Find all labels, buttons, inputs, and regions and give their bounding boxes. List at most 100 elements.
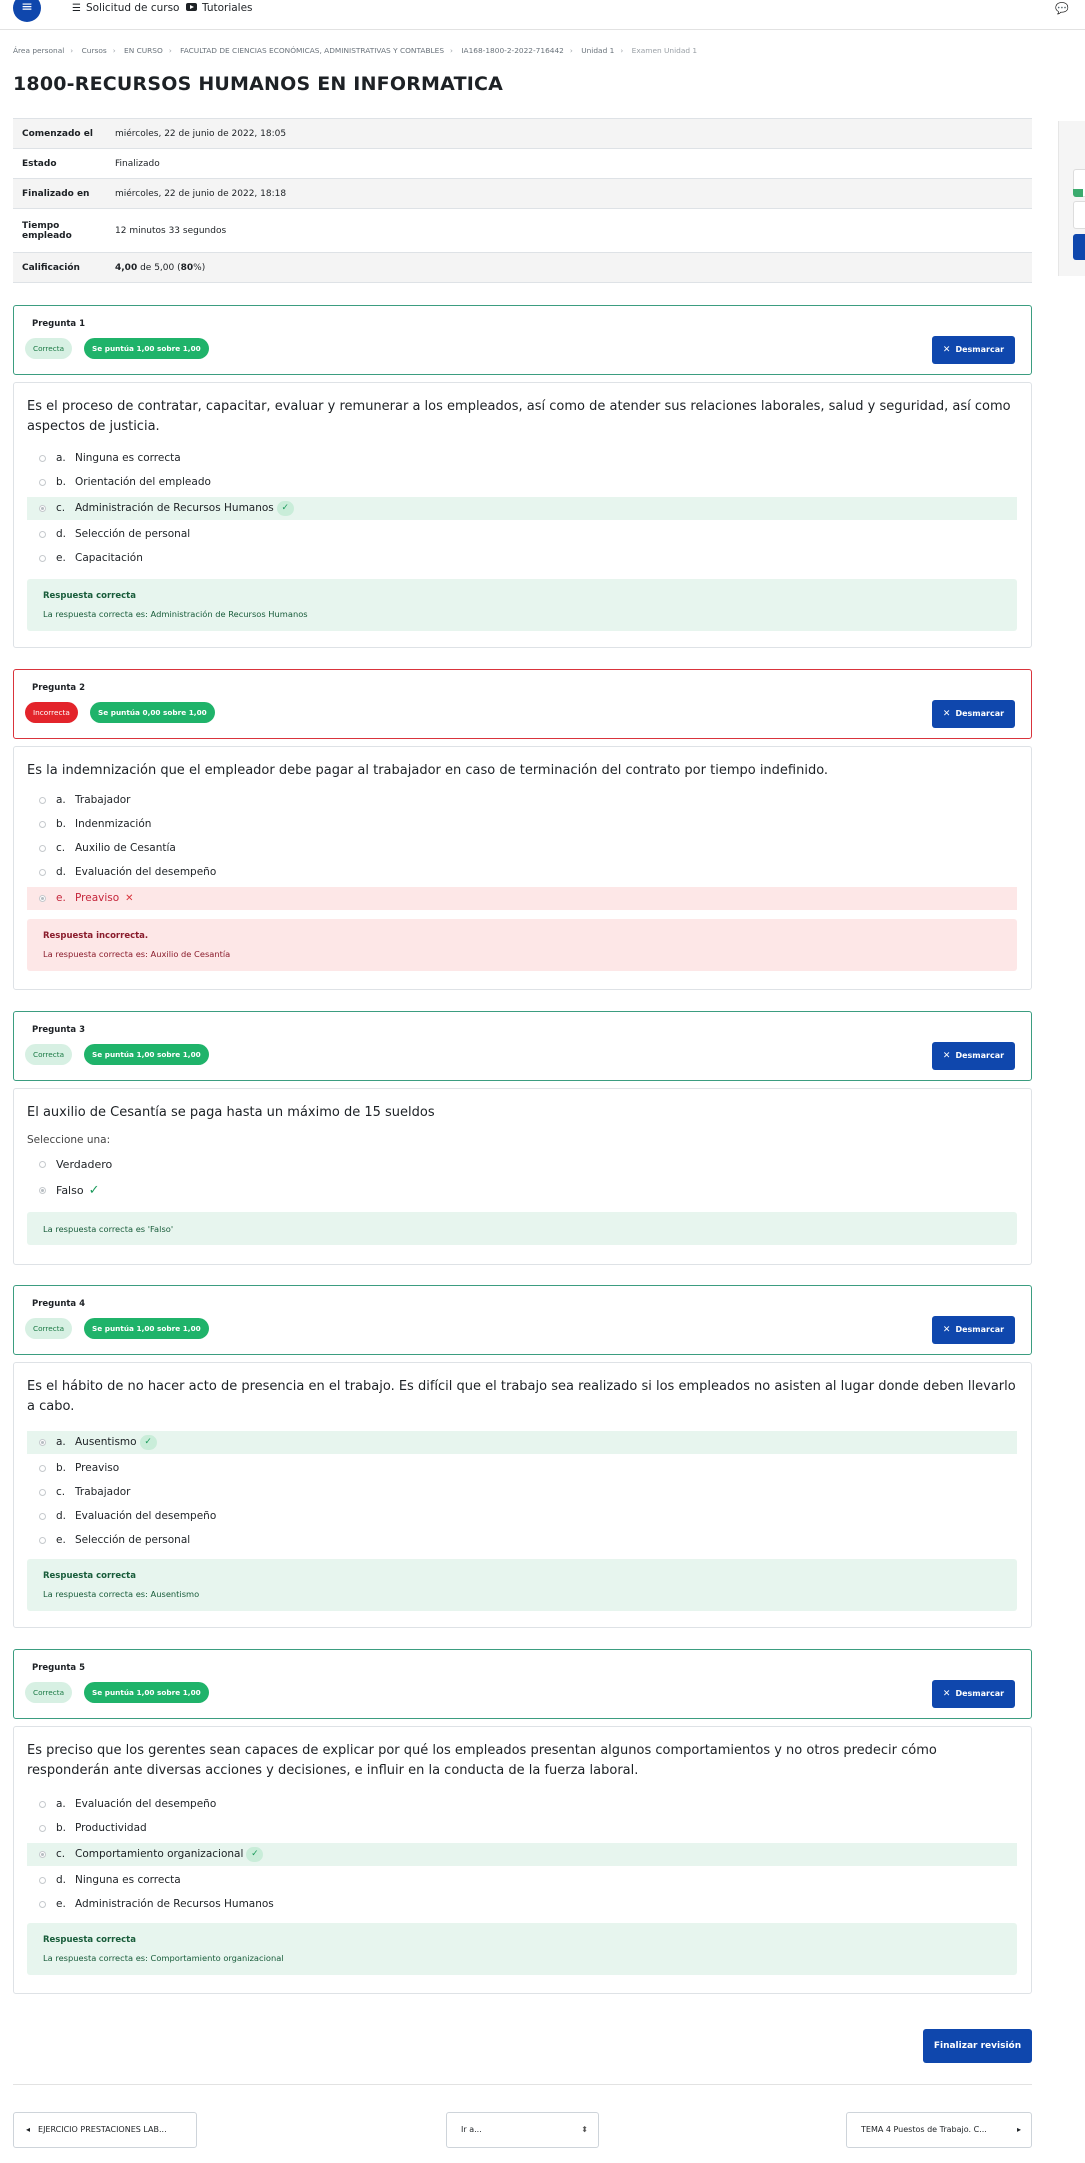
quiz-nav-button[interactable]	[1073, 169, 1085, 197]
summary-value: miércoles, 22 de junio de 2022, 18:05	[106, 118, 1032, 149]
answer-option[interactable]: d. Ninguna es correcta	[27, 1869, 1017, 1892]
answer-option-selected[interactable]: e. Preaviso ✕	[27, 887, 1017, 910]
radio-button[interactable]	[39, 505, 46, 512]
close-icon: ✕	[942, 1325, 951, 1335]
question-number: Pregunta 3	[32, 1025, 86, 1035]
answer-option[interactable]: b. Preaviso	[27, 1457, 1017, 1480]
answer-option[interactable]: b. Indenmización	[27, 813, 1017, 836]
radio-button[interactable]	[39, 1439, 46, 1446]
radio-button[interactable]	[39, 455, 46, 462]
answer-option[interactable]: e. Selección de personal	[27, 1529, 1017, 1552]
question-2-info: Pregunta 2 Incorrecta Se puntúa 0,00 sob…	[13, 669, 1032, 739]
question-1-content: Es el proceso de contratar, capacitar, e…	[13, 382, 1032, 648]
answer-option-selected[interactable]: c. Comportamiento organizacional ✓	[27, 1843, 1017, 1866]
summary-label: Tiempo empleado	[13, 208, 106, 253]
check-icon: ✓	[276, 501, 294, 516]
finish-review-button[interactable]: Finalizar revisión	[923, 2029, 1032, 2063]
breadcrumb: Área personal › Cursos › EN CURSO › FACULTA…	[13, 46, 698, 55]
radio-button[interactable]	[39, 845, 46, 852]
check-icon: ✓	[246, 1847, 264, 1862]
summary-value: miércoles, 22 de junio de 2022, 18:18	[106, 178, 1032, 209]
chevron-right-icon: ▸	[1016, 2125, 1021, 2134]
unflag-button[interactable]: ✕ Desmarcar	[932, 336, 1015, 364]
unflag-button[interactable]: ✕ Desmarcar	[932, 1316, 1015, 1344]
answer-option[interactable]: b. Productividad	[27, 1817, 1017, 1840]
radio-button[interactable]	[39, 555, 46, 562]
score-badge: Se puntúa 1,00 sobre 1,00	[84, 338, 209, 359]
unflag-button[interactable]: ✕ Desmarcar	[932, 1042, 1015, 1070]
status-badge: Correcta	[25, 1318, 73, 1339]
summary-label: Comenzado el	[13, 118, 106, 149]
radio-button[interactable]	[39, 479, 46, 486]
breadcrumb-item[interactable]: Área personal	[13, 46, 64, 55]
question-3-content: El auxilio de Cesantía se paga hasta un …	[13, 1088, 1032, 1265]
jump-to-select[interactable]: Ir a... ⬍	[446, 2112, 599, 2148]
answer-option[interactable]: b. Orientación del empleado	[27, 471, 1017, 494]
select-arrows-icon: ⬍	[581, 2125, 588, 2134]
unflag-button[interactable]: ✕ Desmarcar	[932, 700, 1015, 728]
answer-option[interactable]: a. Trabajador	[27, 789, 1017, 812]
breadcrumb-item-current: Examen Unidad 1	[631, 46, 698, 55]
radio-button[interactable]	[39, 1901, 46, 1908]
chevron-left-icon: ◂	[26, 2125, 31, 2134]
answer-option[interactable]: e. Capacitación	[27, 547, 1017, 570]
breadcrumb-item[interactable]: FACULTAD DE CIENCIAS ECONÓMICAS, ADMINIS…	[180, 46, 444, 55]
question-number: Pregunta 1	[32, 319, 86, 329]
radio-button[interactable]	[39, 1801, 46, 1808]
answer-option[interactable]: a. Evaluación del desempeño	[27, 1793, 1017, 1816]
answer-option[interactable]: d. Evaluación del desempeño	[27, 1505, 1017, 1528]
quiz-nav-finish-button[interactable]	[1073, 234, 1085, 260]
score-badge: Se puntúa 1,00 sobre 1,00	[84, 1044, 209, 1065]
quiz-nav-button[interactable]	[1073, 201, 1085, 229]
next-activity-button[interactable]: TEMA 4 Puestos de Trabajo. C... ▸	[846, 2112, 1032, 2148]
answer-option-selected[interactable]: a. Ausentismo ✓	[27, 1431, 1017, 1454]
breadcrumb-item[interactable]: IA168-1800-2-2022-716442	[461, 46, 564, 55]
summary-label: Calificación	[13, 252, 106, 283]
question-5-info: Pregunta 5 Correcta Se puntúa 1,00 sobre…	[13, 1649, 1032, 1719]
radio-button[interactable]	[39, 1851, 46, 1858]
answer-option[interactable]: c. Trabajador	[27, 1481, 1017, 1504]
status-badge: Correcta	[25, 338, 73, 359]
radio-button[interactable]	[39, 1187, 46, 1194]
summary-label: Finalizado en	[13, 178, 106, 209]
radio-button[interactable]	[39, 1513, 46, 1520]
radio-button[interactable]	[39, 1537, 46, 1544]
answer-option[interactable]: a. Ninguna es correcta	[27, 447, 1017, 470]
answer-option[interactable]: c. Auxilio de Cesantía	[27, 837, 1017, 860]
radio-button[interactable]	[39, 1877, 46, 1884]
question-text: Es el hábito de no hacer acto de presenc…	[27, 1379, 1016, 1414]
answer-option[interactable]: e. Administración de Recursos Humanos	[27, 1893, 1017, 1916]
radio-button[interactable]	[39, 1161, 46, 1168]
previous-activity-button[interactable]: ◂ EJERCICIO PRESTACIONES LAB...	[13, 2112, 197, 2148]
breadcrumb-item[interactable]: Cursos	[82, 46, 107, 55]
select-one-label: Seleccione una:	[27, 1134, 111, 1146]
breadcrumb-item[interactable]: EN CURSO	[124, 46, 163, 55]
youtube-icon	[186, 3, 197, 11]
status-badge: Incorrecta	[25, 702, 78, 723]
page-title: 1800-RECURSOS HUMANOS EN INFORMATICA	[13, 73, 504, 95]
breadcrumb-item[interactable]: Unidad 1	[581, 46, 614, 55]
radio-button[interactable]	[39, 869, 46, 876]
radio-button[interactable]	[39, 1489, 46, 1496]
answer-option-selected[interactable]: c. Administración de Recursos Humanos ✓	[27, 497, 1017, 520]
radio-button[interactable]	[39, 821, 46, 828]
radio-button[interactable]	[39, 1465, 46, 1472]
radio-button[interactable]	[39, 797, 46, 804]
nav-link-solicitud[interactable]: ☰ Solicitud de curso	[72, 2, 179, 14]
hamburger-icon[interactable]: ≡	[13, 0, 41, 22]
radio-button[interactable]	[39, 1825, 46, 1832]
unflag-button[interactable]: ✕ Desmarcar	[932, 1680, 1015, 1708]
score-badge: Se puntúa 0,00 sobre 1,00	[90, 702, 215, 723]
answer-feedback: Respuesta correcta La respuesta correcta…	[27, 1559, 1017, 1611]
question-3-info: Pregunta 3 Correcta Se puntúa 1,00 sobre…	[13, 1011, 1032, 1081]
question-4-info: Pregunta 4 Correcta Se puntúa 1,00 sobre…	[13, 1285, 1032, 1355]
top-navbar: ≡ ☰ Solicitud de curso Tutoriales 💬	[0, 0, 1085, 30]
divider	[13, 2084, 1032, 2085]
list-icon: ☰	[72, 3, 81, 14]
answer-option[interactable]: d. Selección de personal	[27, 523, 1017, 546]
radio-button[interactable]	[39, 895, 46, 902]
radio-button[interactable]	[39, 531, 46, 538]
answer-option[interactable]: d. Evaluación del desempeño	[27, 861, 1017, 884]
nav-link-tutoriales[interactable]: Tutoriales	[186, 2, 253, 14]
chat-icon[interactable]: 💬	[1055, 2, 1069, 15]
